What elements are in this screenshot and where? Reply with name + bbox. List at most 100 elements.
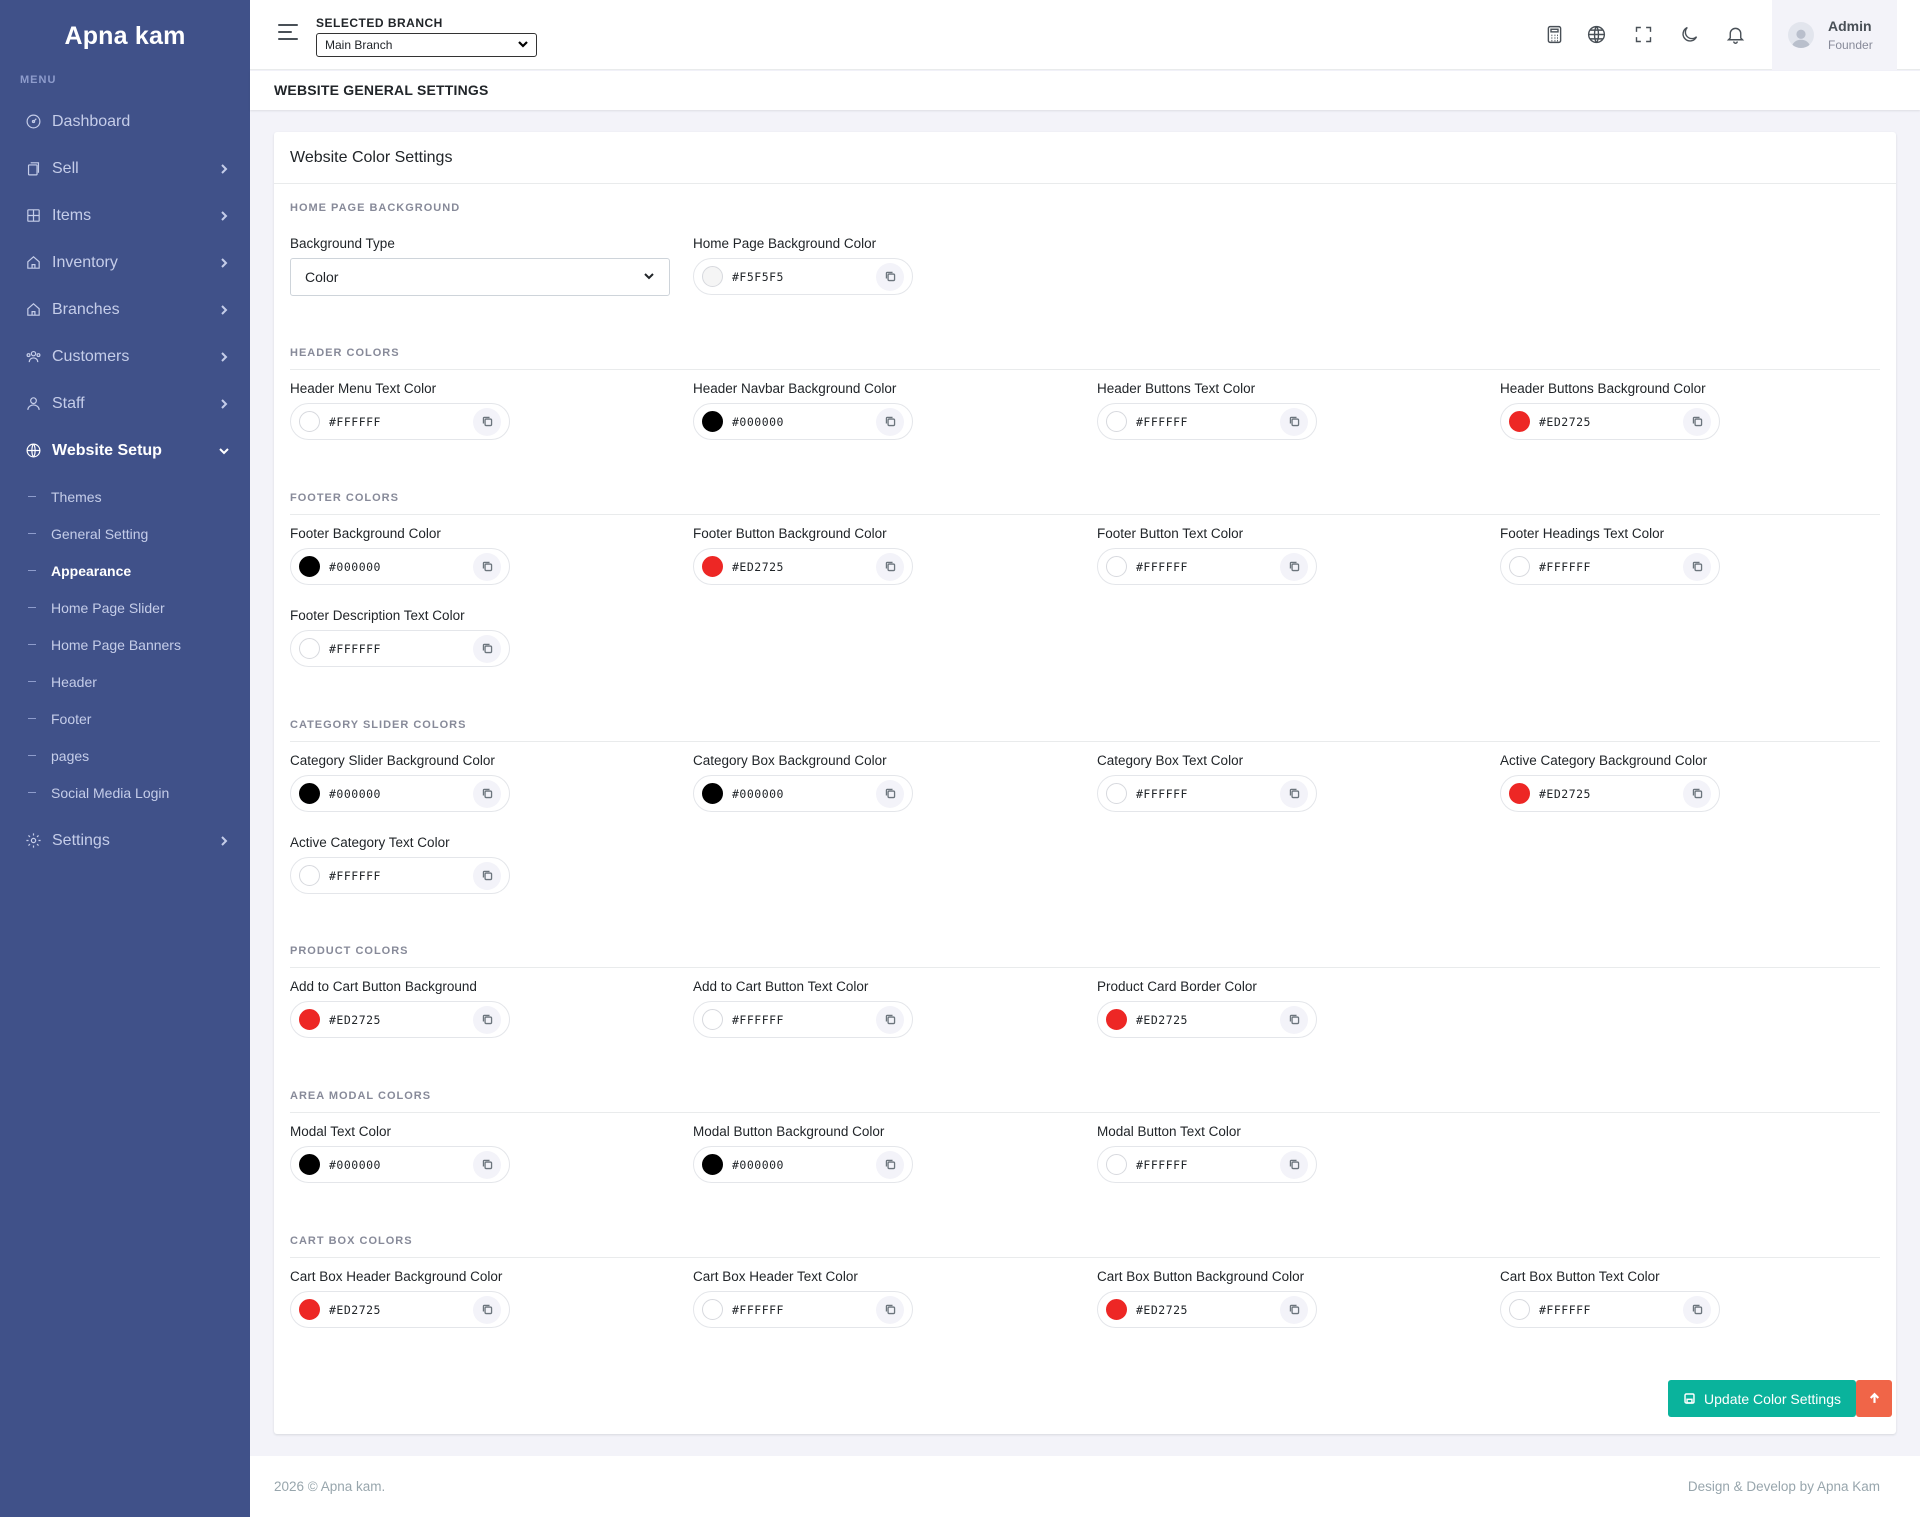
color-swatch[interactable] [299,638,320,659]
copy-icon[interactable] [876,1295,904,1324]
copy-icon[interactable] [473,1150,501,1179]
color-swatch[interactable] [702,411,723,432]
color-swatch[interactable] [1509,783,1530,804]
submenu-item-themes[interactable]: Themes [0,478,250,515]
color-swatch[interactable] [702,783,723,804]
color-swatch[interactable] [702,1154,723,1175]
color-input[interactable]: #ED2725 [693,548,913,585]
user-menu[interactable]: Admin Founder [1772,0,1897,70]
color-input[interactable]: #FFFFFF [693,1291,913,1328]
copy-icon[interactable] [473,407,501,436]
color-swatch[interactable] [702,556,723,577]
copy-icon[interactable] [1683,1295,1711,1324]
copy-icon[interactable] [876,262,904,291]
copy-icon[interactable] [1683,779,1711,808]
color-swatch[interactable] [702,266,723,287]
color-swatch[interactable] [1106,411,1127,432]
color-input[interactable]: #ED2725 [290,1001,510,1038]
sidebar-item-website-setup[interactable]: Website Setup [0,427,250,474]
submenu-item-footer[interactable]: Footer [0,700,250,737]
color-input[interactable]: #ED2725 [1097,1291,1317,1328]
submenu-item-general-setting[interactable]: General Setting [0,515,250,552]
copy-icon[interactable] [1683,552,1711,581]
background-type-select[interactable]: Color [290,258,670,296]
color-swatch[interactable] [702,1009,723,1030]
color-input[interactable]: #FFFFFF [1097,1146,1317,1183]
update-color-settings-button[interactable]: Update Color Settings [1668,1380,1856,1417]
sidebar-item-customers[interactable]: Customers [0,333,250,380]
color-input[interactable]: #000000 [290,775,510,812]
color-swatch[interactable] [299,1154,320,1175]
color-swatch[interactable] [1509,411,1530,432]
color-swatch[interactable] [1106,1154,1127,1175]
sidebar-item-inventory[interactable]: Inventory [0,239,250,286]
color-input[interactable]: #FFFFFF [1500,548,1720,585]
color-input[interactable]: #ED2725 [1500,403,1720,440]
sidebar-item-dashboard[interactable]: Dashboard [0,98,250,145]
copy-icon[interactable] [876,1150,904,1179]
fullscreen-icon[interactable] [1631,22,1655,46]
color-swatch[interactable] [1106,1299,1127,1320]
color-input[interactable]: #ED2725 [290,1291,510,1328]
color-swatch[interactable] [1106,783,1127,804]
submenu-item-home-page-slider[interactable]: Home Page Slider [0,589,250,626]
copy-icon[interactable] [876,552,904,581]
submenu-item-appearance[interactable]: Appearance [0,552,250,589]
copy-icon[interactable] [473,1295,501,1324]
sidebar-item-sell[interactable]: Sell [0,145,250,192]
color-swatch[interactable] [299,865,320,886]
color-input[interactable]: #ED2725 [1097,1001,1317,1038]
color-swatch[interactable] [702,1299,723,1320]
color-input[interactable]: #000000 [693,403,913,440]
copy-icon[interactable] [473,552,501,581]
color-input[interactable]: #F5F5F5 [693,258,913,295]
hamburger-menu-icon[interactable] [278,24,298,42]
color-swatch[interactable] [1509,1299,1530,1320]
color-input[interactable]: #FFFFFF [1097,403,1317,440]
copy-icon[interactable] [473,634,501,663]
copy-icon[interactable] [473,1005,501,1034]
copy-icon[interactable] [876,779,904,808]
copy-icon[interactable] [876,407,904,436]
color-input[interactable]: #FFFFFF [1097,548,1317,585]
color-input[interactable]: #FFFFFF [290,630,510,667]
globe-icon[interactable] [1584,22,1608,46]
copy-icon[interactable] [1280,779,1308,808]
color-input[interactable]: #000000 [693,775,913,812]
color-input[interactable]: #ED2725 [1500,775,1720,812]
color-swatch[interactable] [299,1299,320,1320]
color-input[interactable]: #000000 [290,548,510,585]
copy-icon[interactable] [473,861,501,890]
color-input[interactable]: #FFFFFF [290,403,510,440]
copy-icon[interactable] [876,1005,904,1034]
color-input[interactable]: #000000 [290,1146,510,1183]
copy-icon[interactable] [473,779,501,808]
copy-icon[interactable] [1280,407,1308,436]
color-swatch[interactable] [1106,556,1127,577]
color-input[interactable]: #FFFFFF [290,857,510,894]
submenu-item-home-page-banners[interactable]: Home Page Banners [0,626,250,663]
sidebar-item-staff[interactable]: Staff [0,380,250,427]
copy-icon[interactable] [1683,407,1711,436]
submenu-item-social-media-login[interactable]: Social Media Login [0,774,250,811]
bell-icon[interactable] [1723,22,1747,46]
sidebar-item-branches[interactable]: Branches [0,286,250,333]
copy-icon[interactable] [1280,1150,1308,1179]
color-input[interactable]: #000000 [693,1146,913,1183]
sidebar-item-settings[interactable]: Settings [0,817,250,864]
submenu-item-header[interactable]: Header [0,663,250,700]
copy-icon[interactable] [1280,552,1308,581]
submenu-item-pages[interactable]: pages [0,737,250,774]
calculator-icon[interactable] [1542,22,1566,46]
brand-logo[interactable]: Apna kam [0,0,250,72]
color-input[interactable]: #FFFFFF [1500,1291,1720,1328]
color-swatch[interactable] [1106,1009,1127,1030]
color-swatch[interactable] [299,411,320,432]
color-swatch[interactable] [1509,556,1530,577]
color-input[interactable]: #FFFFFF [1097,775,1317,812]
scroll-to-top-button[interactable] [1856,1380,1892,1417]
color-swatch[interactable] [299,556,320,577]
color-swatch[interactable] [299,1009,320,1030]
copy-icon[interactable] [1280,1005,1308,1034]
branch-select[interactable]: Main Branch [316,33,537,57]
